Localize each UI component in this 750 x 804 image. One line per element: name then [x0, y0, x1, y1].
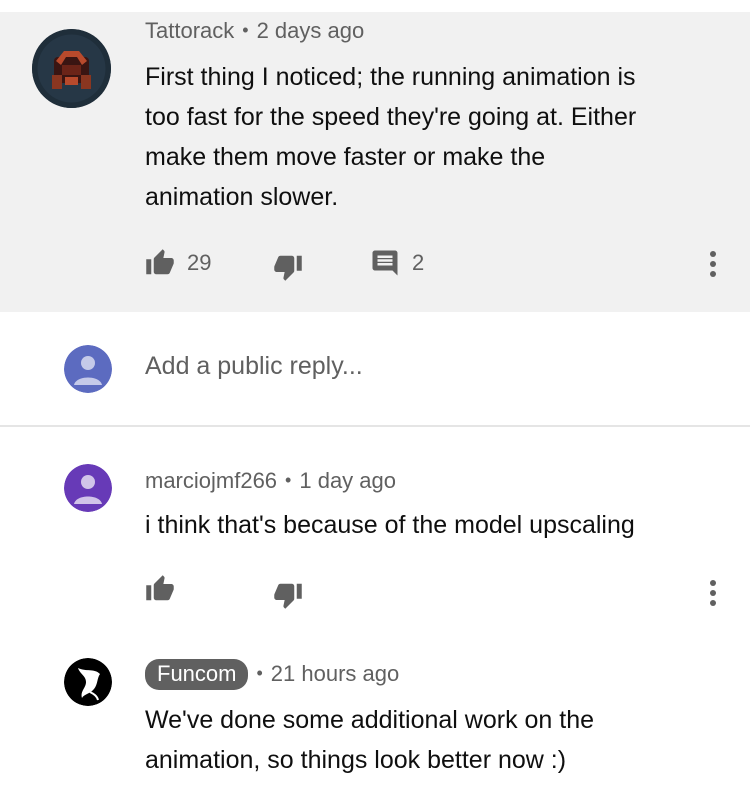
meta-separator: •	[242, 20, 249, 40]
reply-time: 21 hours ago	[270, 661, 400, 686]
comment-text-line: make them move faster or make the	[145, 143, 546, 171]
dislike-button[interactable]	[273, 252, 303, 282]
more-options-icon[interactable]	[708, 249, 718, 279]
user-silhouette-icon	[64, 345, 112, 393]
reply-input[interactable]: Add a public reply...	[145, 352, 363, 381]
thumbs-up-icon	[146, 575, 174, 601]
reply-text-line: We've done some additional work on the	[145, 706, 595, 734]
reply-meta: Funcom • 21 hours ago	[145, 659, 399, 690]
user-avatar	[64, 345, 112, 393]
like-button[interactable]: 29	[145, 248, 211, 278]
comment-author-avatar[interactable]	[32, 29, 111, 108]
funcom-avatar[interactable]	[64, 658, 112, 706]
comment-author[interactable]: Tattorack	[145, 18, 234, 43]
thumbs-down-icon	[274, 255, 302, 281]
comment-text-line: animation slower.	[145, 183, 339, 211]
reply-author-avatar[interactable]	[64, 464, 112, 512]
reply-count-button[interactable]: 2	[370, 248, 424, 278]
like-count: 29	[187, 250, 212, 275]
reply-text: i think that's because of the model upsc…	[145, 511, 635, 539]
reply-text-line: animation, so things look better now :)	[145, 746, 567, 774]
funcom-logo-icon	[64, 658, 112, 706]
comment-meta: Tattorack • 2 days ago	[145, 18, 364, 44]
divider	[0, 425, 750, 427]
top-edge	[0, 0, 750, 12]
thumbs-down-icon	[274, 583, 302, 609]
meta-separator: •	[256, 663, 263, 683]
comment-text-line: too fast for the speed they're going at.…	[145, 103, 637, 131]
comment-text: First thing I noticed; the running anima…	[145, 57, 735, 217]
comment-time: 2 days ago	[256, 18, 365, 43]
reply-text: We've done some additional work on the a…	[145, 700, 735, 780]
channel-owner-badge[interactable]: Funcom	[145, 659, 249, 690]
reply-author[interactable]: marciojmf266	[145, 468, 277, 493]
reply-like-button[interactable]	[145, 574, 175, 604]
thumbs-up-icon	[146, 249, 174, 275]
more-options-icon[interactable]	[708, 578, 718, 608]
reply-dislike-button[interactable]	[273, 580, 303, 610]
comment-text-line: First thing I noticed; the running anima…	[145, 63, 636, 91]
meta-separator: •	[285, 470, 292, 490]
comment-icon	[372, 250, 398, 276]
reply-input-row: Add a public reply...	[0, 312, 750, 425]
user-silhouette-icon	[64, 464, 112, 512]
reply-time: 1 day ago	[299, 468, 396, 493]
reply-meta: marciojmf266 • 1 day ago	[145, 468, 396, 494]
comment-thread: Tattorack • 2 days ago First thing I notic…	[0, 12, 750, 312]
reply-count: 2	[412, 250, 425, 275]
